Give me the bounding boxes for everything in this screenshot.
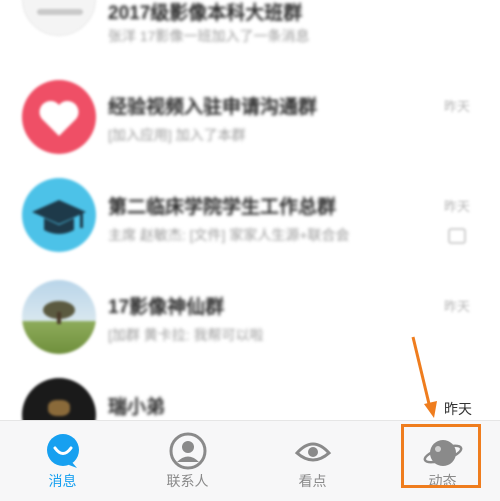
message-icon [43, 431, 83, 471]
tab-label: 联系人 [166, 473, 209, 489]
tab-messages[interactable]: 消息 [0, 421, 125, 501]
tab-discover[interactable]: 看点 [250, 421, 375, 501]
eye-icon [293, 431, 333, 471]
tab-contacts[interactable]: 联系人 [125, 421, 250, 501]
contacts-icon [168, 431, 208, 471]
tab-label: 看点 [298, 473, 327, 489]
highlight-box [401, 424, 481, 488]
tab-label: 消息 [48, 473, 77, 489]
